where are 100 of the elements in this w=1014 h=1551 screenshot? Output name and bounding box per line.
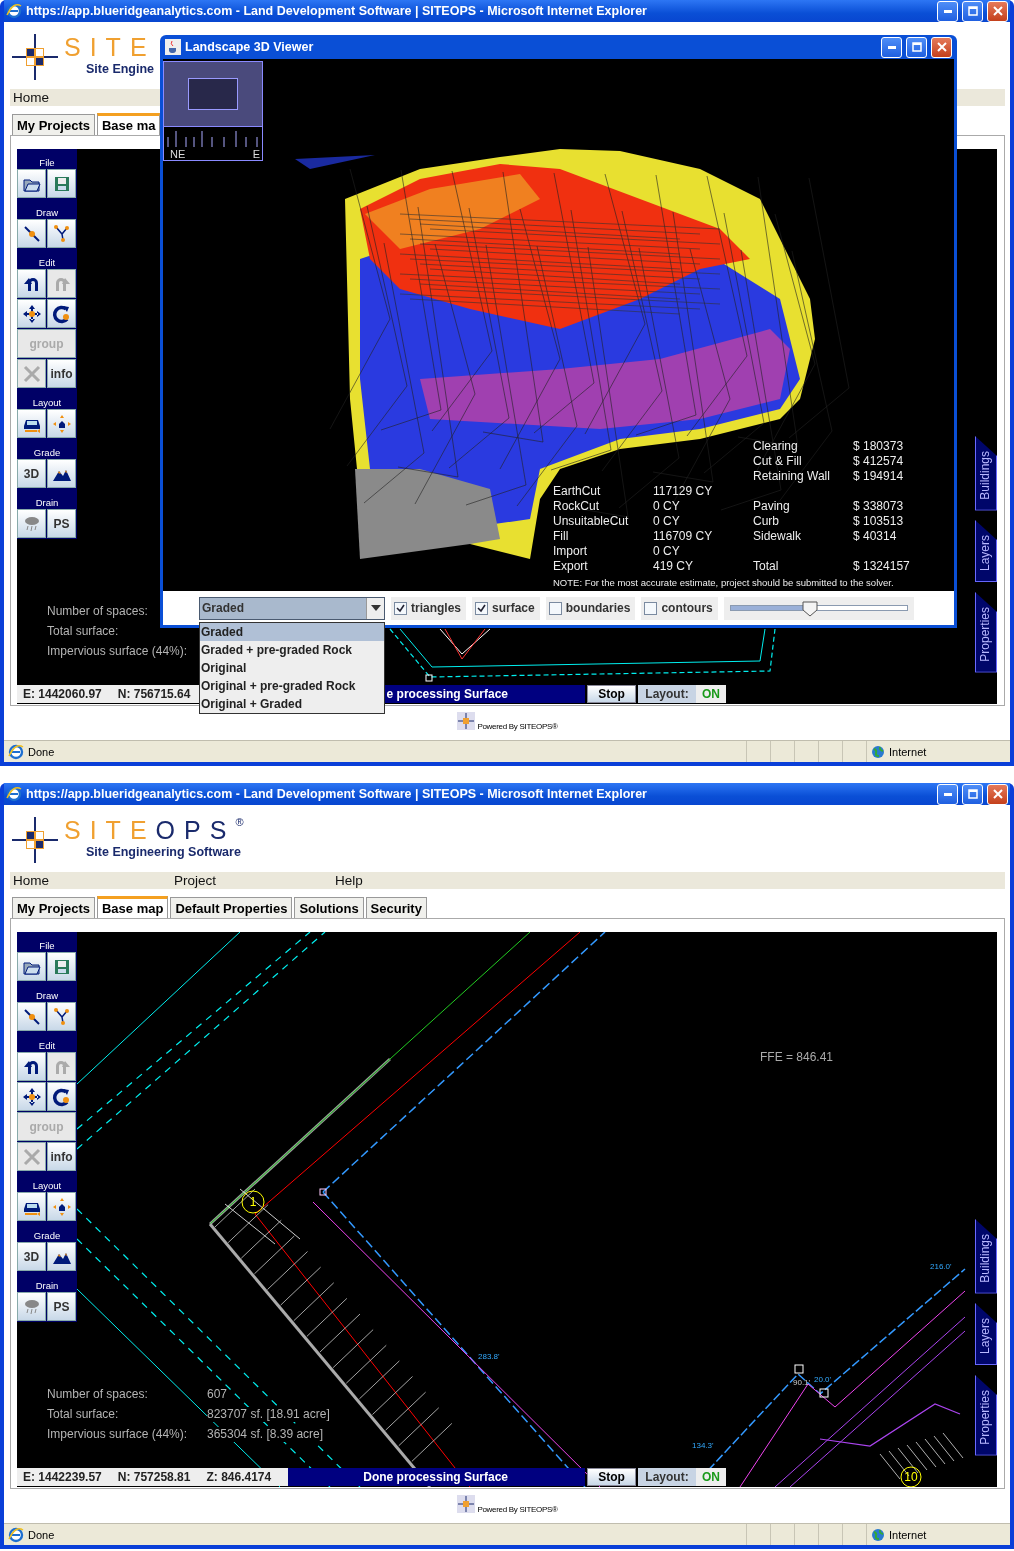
rotate-icon (51, 303, 72, 324)
tab[interactable]: Solutions (294, 897, 364, 918)
side-tab[interactable]: Properties (975, 1375, 997, 1456)
minimize-icon (943, 792, 952, 796)
maximize-icon (911, 42, 922, 52)
toolbar-button[interactable] (17, 269, 46, 298)
toolbar-button[interactable]: 3D (17, 1242, 46, 1271)
quantity-value: 0 CY (653, 544, 681, 559)
side-tab[interactable]: Buildings (975, 1218, 997, 1294)
toolbar-section-title: Edit (17, 1032, 77, 1052)
close-button[interactable] (987, 783, 1008, 805)
toolbar-section-title: File (17, 932, 77, 952)
menu-item[interactable]: Project (171, 872, 332, 889)
rotate-icon (51, 1086, 72, 1107)
minimize-button[interactable] (937, 783, 958, 805)
maximize-icon (967, 6, 978, 16)
tab[interactable]: My Projects (12, 897, 95, 918)
toolbar-section-title: Layout (17, 389, 77, 409)
checkbox-option[interactable]: boundaries (545, 596, 636, 620)
toolbar-button[interactable] (17, 299, 46, 328)
checkbox[interactable] (548, 601, 562, 615)
dropdown-option[interactable]: Graded + pre-graded Rock (200, 640, 384, 659)
close-button[interactable] (987, 0, 1008, 22)
dropdown-option[interactable]: Original + Graded (200, 694, 384, 713)
quantity-value: 419 CY (653, 559, 695, 574)
security-zone: Internet (889, 745, 927, 758)
toolbar-button[interactable] (17, 409, 46, 438)
toolbar-button[interactable]: PS (47, 1292, 76, 1321)
checkbox[interactable] (394, 601, 407, 615)
slider[interactable] (723, 596, 914, 620)
side-tab[interactable]: Properties (975, 592, 997, 673)
tab[interactable]: Default Properties (170, 897, 293, 918)
toolbar-button[interactable] (17, 169, 46, 198)
toolbar-button[interactable] (17, 1082, 46, 1111)
coordinate-readout: E: 1442239.57 (23, 1470, 102, 1484)
toolbar-button[interactable] (47, 409, 76, 438)
polyline-icon (51, 223, 72, 244)
maximize-button[interactable] (962, 783, 983, 805)
x-icon (21, 363, 42, 384)
summary-value: 823707 sf. [18.91 acre] (207, 1407, 330, 1422)
cost-value: $ 338073 (853, 499, 905, 514)
side-tab[interactable]: Layers (975, 1303, 997, 1366)
toolbar-button[interactable] (47, 1192, 76, 1221)
checkbox-option[interactable]: triangles (391, 596, 466, 620)
cost-label: Total (753, 559, 780, 574)
toolbar-button[interactable] (17, 1052, 46, 1081)
toolbar-button[interactable] (17, 952, 46, 981)
side-tab[interactable]: Buildings (975, 435, 997, 511)
toolbar-button[interactable] (47, 1242, 76, 1271)
checkbox[interactable] (475, 601, 488, 615)
layout-label: Layout: (638, 685, 696, 703)
toolbar-button[interactable] (47, 299, 76, 328)
compass-label: NE (170, 148, 186, 160)
dropdown-option[interactable]: Original + pre-graded Rock (200, 676, 384, 695)
menu-item[interactable]: Home (10, 872, 171, 889)
minimap[interactable]: NE E (163, 61, 263, 161)
tab[interactable]: Base ma (97, 113, 161, 135)
tab[interactable]: My Projects (12, 114, 95, 135)
minimize-button[interactable] (937, 0, 958, 22)
quantity-label: Fill (553, 529, 570, 544)
toolbar-section-title: File (17, 149, 77, 169)
cost-value: $ 194914 (853, 469, 905, 484)
toolbar-button[interactable]: info (47, 359, 76, 388)
quantity-value: 0 CY (653, 499, 681, 514)
slider-thumb[interactable] (801, 601, 818, 617)
toolbar-button[interactable]: PS (47, 509, 76, 538)
powered-by-text: Powered By SITEOPS® (477, 1505, 558, 1514)
toolbar-button[interactable]: 3D (17, 459, 46, 488)
toolbar-section-title: Layout (17, 1172, 77, 1192)
side-tab[interactable]: Layers (975, 520, 997, 583)
toolbar-button[interactable] (47, 459, 76, 488)
close-button[interactable] (931, 36, 952, 58)
house-arrows-icon (51, 413, 72, 434)
toolbar-button[interactable] (47, 219, 76, 248)
menu-item[interactable]: Help (332, 872, 493, 889)
checkbox[interactable] (644, 601, 658, 615)
coordinate-readout: Z: 846.4174 (206, 1470, 272, 1484)
toolbar-button[interactable] (17, 219, 46, 248)
toolbar-button[interactable] (17, 1192, 46, 1221)
checkbox-option[interactable]: contours (641, 596, 718, 620)
checkbox-option[interactable]: surface (472, 596, 540, 620)
toolbar-button[interactable] (47, 1002, 76, 1031)
maximize-button[interactable] (962, 0, 983, 22)
quantity-value: 0 CY (653, 514, 681, 529)
maximize-button[interactable] (906, 36, 927, 58)
dropdown-option[interactable]: Graded (200, 622, 384, 641)
toolbar-button[interactable]: info (47, 1142, 76, 1171)
summary-label: Number of spaces: (47, 604, 148, 619)
summary-label: Number of spaces: (47, 1387, 148, 1402)
stop-button[interactable]: Stop (587, 1468, 636, 1486)
stop-button[interactable]: Stop (587, 685, 636, 703)
toolbar-button[interactable] (47, 1082, 76, 1111)
tab[interactable]: Security (365, 897, 427, 918)
cost-label: Sidewalk (753, 529, 803, 544)
dropdown-option[interactable]: Original (200, 658, 384, 677)
tab[interactable]: Base map (97, 896, 169, 918)
globe-icon (871, 1527, 885, 1542)
minimize-button[interactable] (881, 36, 902, 58)
toolbar-button[interactable] (17, 1002, 46, 1031)
line-icon (21, 223, 42, 244)
